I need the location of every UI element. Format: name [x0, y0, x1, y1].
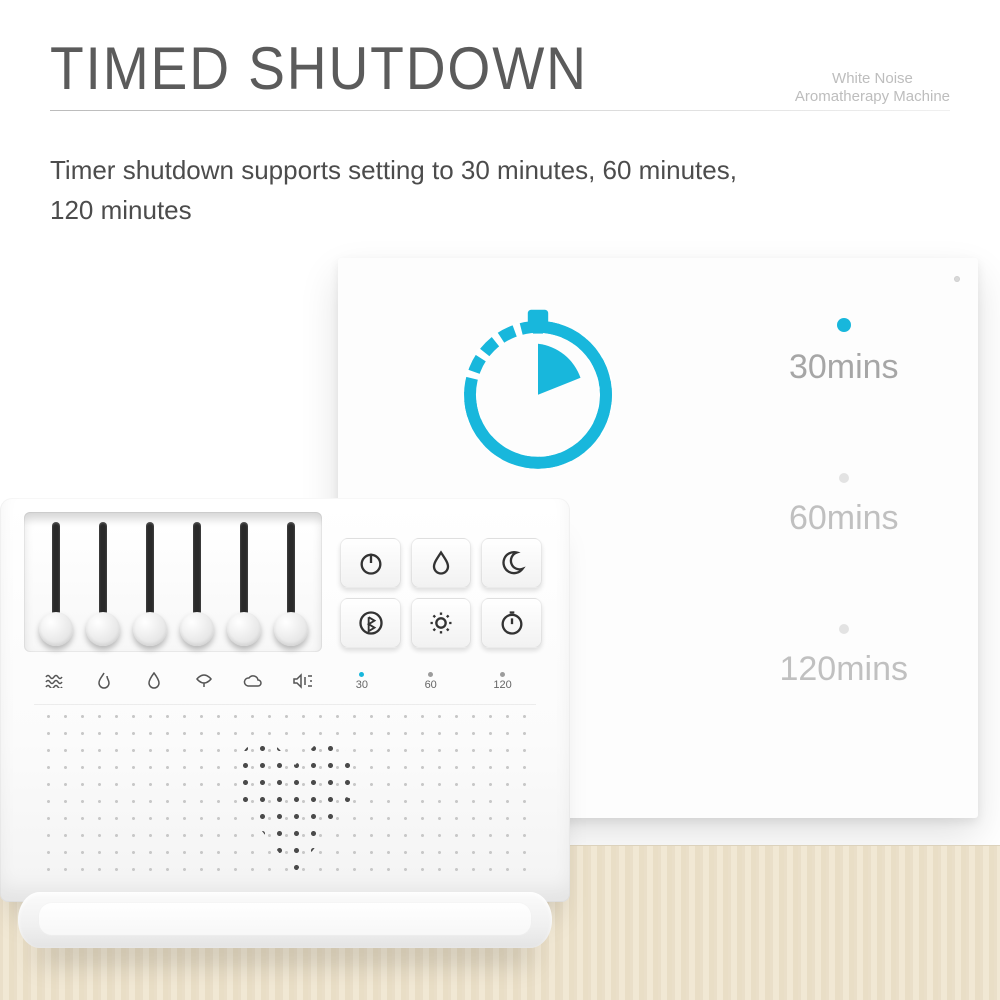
- slider[interactable]: [36, 512, 76, 652]
- device: 30 60 120: [0, 498, 580, 948]
- power-button[interactable]: [340, 538, 401, 588]
- timer-option-label: 60mins: [789, 499, 899, 537]
- timer-icon: [453, 303, 623, 473]
- page-title: TIMED SHUTDOWN: [50, 34, 878, 103]
- rain-icon: [142, 671, 166, 691]
- timer-indicator-120: 120: [493, 672, 511, 691]
- bluetooth-button[interactable]: [340, 598, 401, 648]
- timer-option-label: 30mins: [789, 348, 899, 386]
- slider[interactable]: [271, 512, 311, 652]
- slider[interactable]: [130, 512, 170, 652]
- speaker-grill: [34, 704, 536, 884]
- cloud-icon: [241, 671, 265, 691]
- keypad: [336, 534, 546, 652]
- description-text: Timer shutdown supports setting to 30 mi…: [50, 150, 770, 230]
- timer-option-60[interactable]: 60mins: [789, 473, 899, 538]
- flame-icon: [92, 671, 116, 691]
- slider[interactable]: [224, 512, 264, 652]
- indicator-dot: [839, 624, 849, 634]
- timer-option-30[interactable]: 30mins: [789, 318, 899, 387]
- wave-icon: [43, 671, 67, 691]
- device-controls: [24, 512, 546, 652]
- volume-icon: [291, 671, 315, 691]
- indicator-dot: [837, 318, 851, 332]
- heart-pattern: [220, 723, 370, 873]
- timer-options: 30mins 60mins 120mins: [779, 318, 908, 689]
- mist-button[interactable]: [411, 538, 472, 588]
- timer-option-label: 120mins: [779, 650, 908, 688]
- timer-option-120[interactable]: 120mins: [779, 624, 908, 689]
- device-base: [18, 892, 552, 948]
- timer-indicator-30: 30: [356, 672, 368, 691]
- brand-line: Aromatherapy Machine: [795, 88, 950, 106]
- indicator-dot: [839, 473, 849, 483]
- slider[interactable]: [177, 512, 217, 652]
- slider[interactable]: [83, 512, 123, 652]
- brand-caption: White Noise Aromatherapy Machine: [795, 70, 950, 106]
- divider: [50, 110, 950, 111]
- timer-button[interactable]: [481, 598, 542, 648]
- night-button[interactable]: [481, 538, 542, 588]
- indicator-row: 30 60 120: [30, 666, 540, 696]
- timer-indicator-60: 60: [425, 672, 437, 691]
- leaf-icon: [192, 671, 216, 691]
- slider-bank: [24, 512, 322, 652]
- brand-line: White Noise: [795, 70, 950, 88]
- light-button[interactable]: [411, 598, 472, 648]
- device-body: 30 60 120: [0, 498, 570, 902]
